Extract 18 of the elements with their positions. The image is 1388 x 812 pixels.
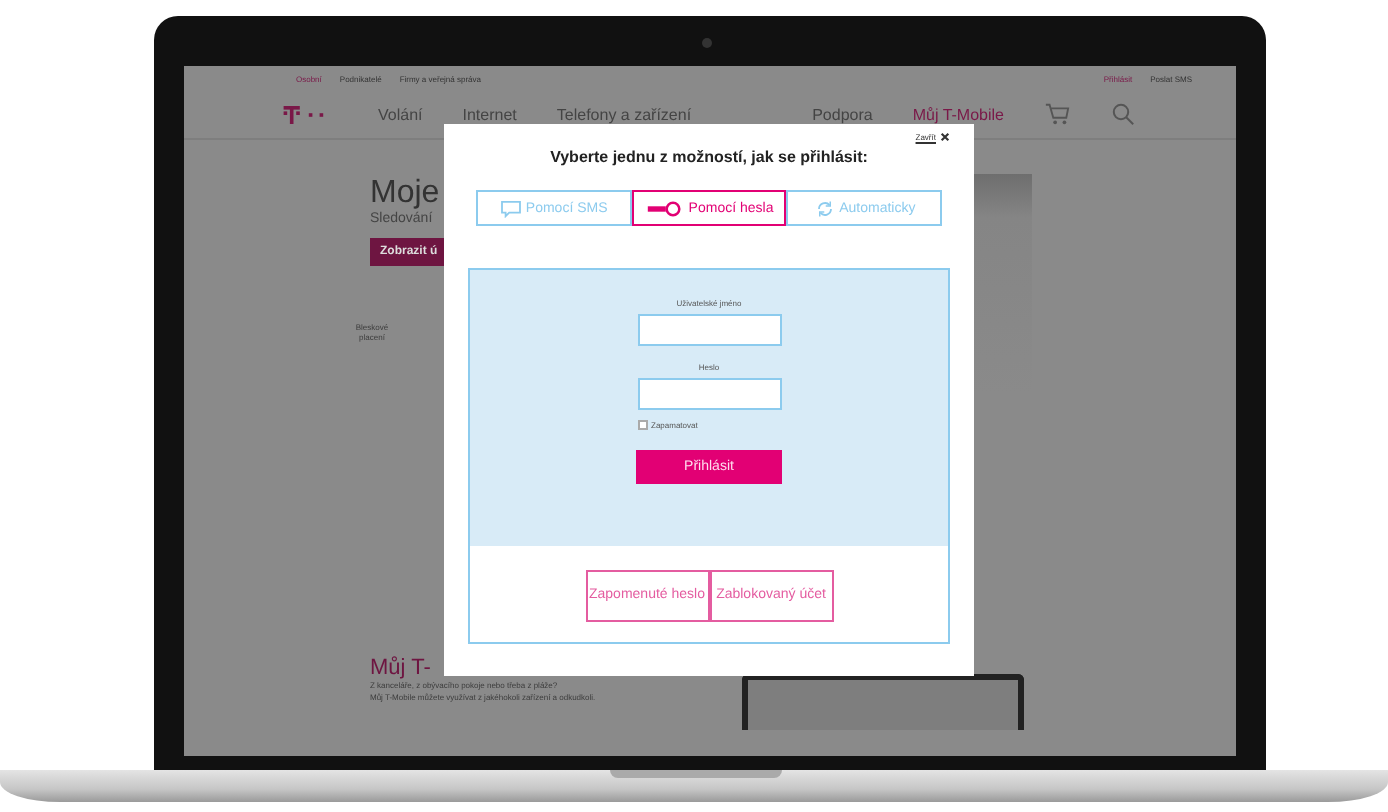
nav-link[interactable]: Telefony a zařízení	[556, 105, 692, 123]
nav-link[interactable]: Můj T-Mobile	[912, 105, 1004, 123]
username-field[interactable]	[637, 314, 781, 346]
key-icon	[644, 199, 685, 217]
refresh-icon	[813, 199, 836, 217]
section-title: Můj T-	[370, 655, 431, 680]
remember-checkbox[interactable]	[637, 420, 647, 430]
password-field[interactable]	[637, 378, 781, 410]
message-icon	[499, 199, 522, 217]
camera-icon	[702, 38, 712, 48]
hero-title: Moje	[370, 176, 440, 211]
dialog-title: Vyberte jednu z možností, jak se přihlásit:	[548, 148, 870, 166]
search-icon[interactable]	[1110, 102, 1136, 126]
nav-link[interactable]: Podpora	[812, 105, 873, 123]
nav-link[interactable]: Volání	[378, 105, 423, 123]
cart-icon[interactable]	[1044, 102, 1070, 126]
close-icon[interactable]	[940, 132, 950, 142]
nav-link[interactable]: Internet	[462, 105, 517, 123]
